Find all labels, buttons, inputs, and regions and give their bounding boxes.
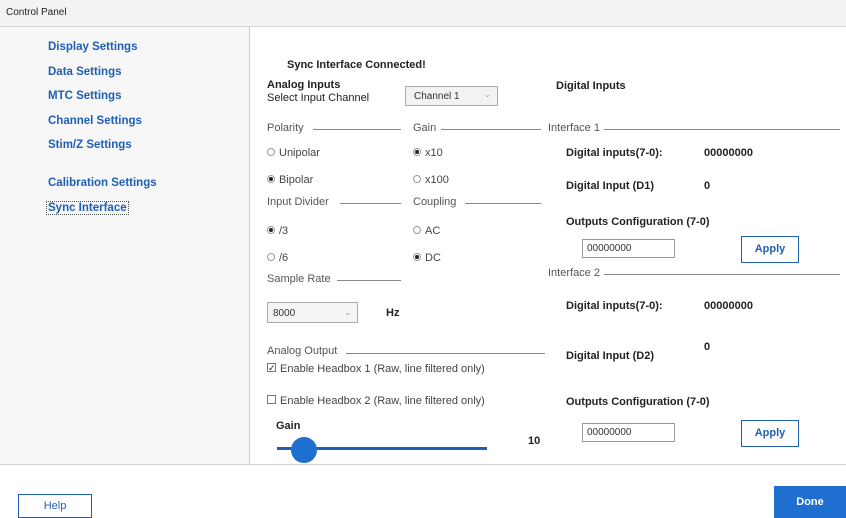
- x10-label: x10: [425, 147, 443, 159]
- coupling-group-label: Coupling: [413, 196, 457, 208]
- analog-gain-value: 10: [528, 435, 541, 447]
- divider-6-radio[interactable]: /6: [267, 248, 288, 266]
- sidebar-item-sync-interface[interactable]: Sync Interface: [46, 201, 129, 215]
- coupling-ac-radio[interactable]: AC: [413, 221, 440, 239]
- connection-status: Sync Interface Connected!: [287, 59, 426, 71]
- sidebar-item-data-settings[interactable]: Data Settings: [48, 66, 122, 78]
- interface2-inputs-label: Digital inputs(7-0):: [566, 300, 663, 312]
- radio-icon: [413, 174, 421, 183]
- gain-slider-thumb[interactable]: [291, 437, 317, 463]
- headbox1-checkbox[interactable]: ✓ Enable Headbox 1 (Raw, line filtered on…: [267, 359, 485, 377]
- interface1-apply-button[interactable]: Apply: [741, 236, 799, 263]
- chevron-down-icon: ⌄: [344, 308, 351, 317]
- sample-rate-value: 8000: [273, 308, 296, 319]
- input-divider-group-line: [340, 203, 401, 204]
- gain-group-line: [441, 129, 541, 130]
- gain-x100-radio[interactable]: x100: [413, 170, 449, 188]
- interface2-input-d2-label: Digital Input (D2): [566, 350, 654, 362]
- x100-label: x100: [425, 174, 449, 186]
- interface1-input-d1-label: Digital Input (D1): [566, 180, 654, 192]
- interface1-group-line: [604, 129, 840, 130]
- sample-rate-unit: Hz: [386, 307, 400, 319]
- analog-output-group-label: Analog Output: [267, 345, 338, 357]
- coupling-dc-radio[interactable]: DC: [413, 248, 441, 266]
- sidebar-item-stim-z-settings[interactable]: Stim/Z Settings: [48, 139, 132, 151]
- interface2-outputs-field[interactable]: 00000000: [582, 423, 675, 442]
- interface1-inputs-label: Digital inputs(7-0):: [566, 147, 663, 159]
- radio-selected-icon: [267, 225, 275, 234]
- sample-rate-select[interactable]: 8000 ⌄: [267, 302, 358, 323]
- interface2-apply-button[interactable]: Apply: [741, 420, 799, 447]
- footer-divider: [0, 464, 846, 465]
- sample-rate-group-label: Sample Rate: [267, 273, 331, 285]
- input-divider-group-label: Input Divider: [267, 196, 329, 208]
- dc-label: DC: [425, 252, 441, 264]
- polarity-bipolar-radio[interactable]: Bipolar: [267, 170, 313, 188]
- interface1-inputs-value: 00000000: [704, 147, 753, 159]
- sample-rate-group-line: [337, 280, 401, 281]
- interface2-group-line: [604, 274, 840, 275]
- coupling-group-line: [465, 203, 541, 204]
- interface1-outputs-label: Outputs Configuration (7-0): [566, 216, 710, 228]
- sidebar-item-channel-settings[interactable]: Channel Settings: [48, 115, 142, 127]
- help-button[interactable]: Help: [18, 494, 92, 518]
- polarity-unipolar-radio[interactable]: Unipolar: [267, 143, 320, 161]
- polarity-group-line: [313, 129, 401, 130]
- input-channel-select[interactable]: Channel 1 ⌄: [405, 86, 498, 106]
- input-channel-value: Channel 1: [414, 91, 460, 102]
- digital-inputs-heading: Digital Inputs: [556, 80, 626, 92]
- headbox2-checkbox[interactable]: Enable Headbox 2 (Raw, line filtered onl…: [267, 391, 485, 409]
- sidebar: Display Settings Data Settings MTC Setti…: [0, 27, 250, 464]
- interface2-group-label: Interface 2: [548, 267, 600, 279]
- checkmark-icon: ✓: [267, 363, 276, 374]
- interface2-input-d2-value: 0: [704, 341, 711, 353]
- radio-selected-icon: [413, 147, 421, 156]
- radio-selected-icon: [267, 174, 275, 183]
- title-bar: Control Panel: [0, 0, 846, 27]
- sidebar-item-mtc-settings[interactable]: MTC Settings: [48, 90, 121, 102]
- headbox1-label: Enable Headbox 1 (Raw, line filtered onl…: [280, 363, 485, 375]
- unipolar-label: Unipolar: [279, 147, 320, 159]
- select-input-channel-label: Select Input Channel: [267, 92, 370, 104]
- bipolar-label: Bipolar: [279, 174, 314, 186]
- radio-icon: [267, 252, 275, 261]
- polarity-group-label: Polarity: [267, 122, 304, 134]
- interface1-group-label: Interface 1: [548, 122, 600, 134]
- interface1-outputs-value: 00000000: [587, 243, 632, 254]
- radio-icon: [413, 225, 421, 234]
- headbox2-label: Enable Headbox 2 (Raw, line filtered onl…: [280, 395, 485, 407]
- interface2-outputs-label: Outputs Configuration (7-0): [566, 396, 710, 408]
- done-button[interactable]: Done: [774, 486, 846, 518]
- gain-x10-radio[interactable]: x10: [413, 143, 443, 161]
- gain-group-label: Gain: [413, 122, 437, 134]
- interface1-outputs-field[interactable]: 00000000: [582, 239, 675, 258]
- radio-selected-icon: [413, 252, 421, 261]
- analog-output-group-line: [346, 353, 545, 354]
- radio-icon: [267, 147, 275, 156]
- divider-6-label: /6: [279, 252, 289, 264]
- interface2-outputs-value: 00000000: [587, 427, 632, 438]
- divider-3-label: /3: [279, 225, 289, 237]
- analog-gain-label: Gain: [276, 420, 301, 432]
- sidebar-item-calibration-settings[interactable]: Calibration Settings: [48, 177, 157, 189]
- window-title: Control Panel: [6, 7, 67, 18]
- analog-inputs-heading: Analog Inputs: [267, 79, 341, 91]
- sidebar-item-display-settings[interactable]: Display Settings: [48, 41, 137, 53]
- checkbox-empty-icon: [267, 395, 276, 405]
- divider-3-radio[interactable]: /3: [267, 221, 288, 239]
- interface2-inputs-value: 00000000: [704, 300, 753, 312]
- ac-label: AC: [425, 225, 441, 237]
- interface1-input-d1-value: 0: [704, 180, 711, 192]
- chevron-down-icon: ⌄: [484, 90, 491, 99]
